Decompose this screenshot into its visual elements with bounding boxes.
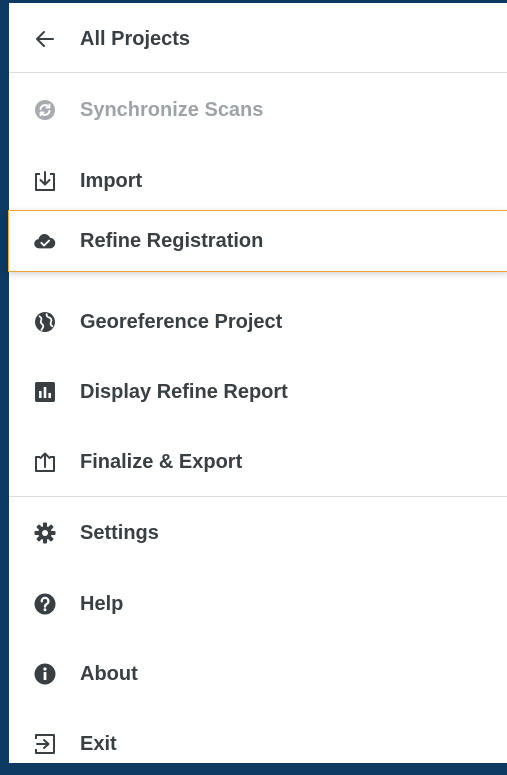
- exit-icon: [34, 733, 56, 755]
- sync-icon: [34, 99, 56, 121]
- refine-registration-button[interactable]: Refine Registration: [8, 210, 507, 272]
- about-label: About: [80, 662, 138, 685]
- gear-icon: [34, 522, 56, 544]
- divider-bottom: [9, 496, 507, 497]
- help-label: Help: [80, 592, 124, 615]
- synchronize-scans-label: Synchronize Scans: [80, 98, 264, 121]
- question-icon: [34, 593, 56, 615]
- about-button[interactable]: About: [9, 643, 507, 705]
- finalize-export-label: Finalize & Export: [80, 450, 243, 473]
- settings-button[interactable]: Settings: [9, 502, 507, 564]
- exit-button[interactable]: Exit: [9, 713, 507, 775]
- help-button[interactable]: Help: [9, 573, 507, 635]
- side-menu: All Projects Synchronize Scans Import Re…: [8, 3, 507, 763]
- import-icon: [34, 170, 56, 192]
- cloud-check-icon: [34, 230, 56, 252]
- app-frame: All Projects Synchronize Scans Import Re…: [0, 0, 507, 763]
- export-icon: [34, 451, 56, 473]
- all-projects-label: All Projects: [80, 27, 191, 50]
- arrow-left-icon: [34, 28, 56, 50]
- info-icon: [34, 663, 56, 685]
- exit-label: Exit: [80, 732, 117, 755]
- import-label: Import: [80, 169, 143, 192]
- georeference-project-label: Georeference Project: [80, 310, 283, 333]
- display-refine-report-button[interactable]: Display Refine Report: [9, 361, 507, 423]
- display-refine-report-label: Display Refine Report: [80, 380, 288, 403]
- bar-chart-icon: [34, 381, 56, 403]
- synchronize-scans-button[interactable]: Synchronize Scans: [9, 79, 507, 141]
- settings-label: Settings: [80, 521, 159, 544]
- import-button[interactable]: Import: [9, 150, 507, 212]
- refine-registration-label: Refine Registration: [80, 229, 264, 252]
- finalize-export-button[interactable]: Finalize & Export: [9, 431, 507, 493]
- globe-icon: [34, 311, 56, 333]
- divider-top: [9, 72, 507, 73]
- all-projects-button[interactable]: All Projects: [9, 8, 507, 70]
- georeference-project-button[interactable]: Georeference Project: [9, 291, 507, 353]
